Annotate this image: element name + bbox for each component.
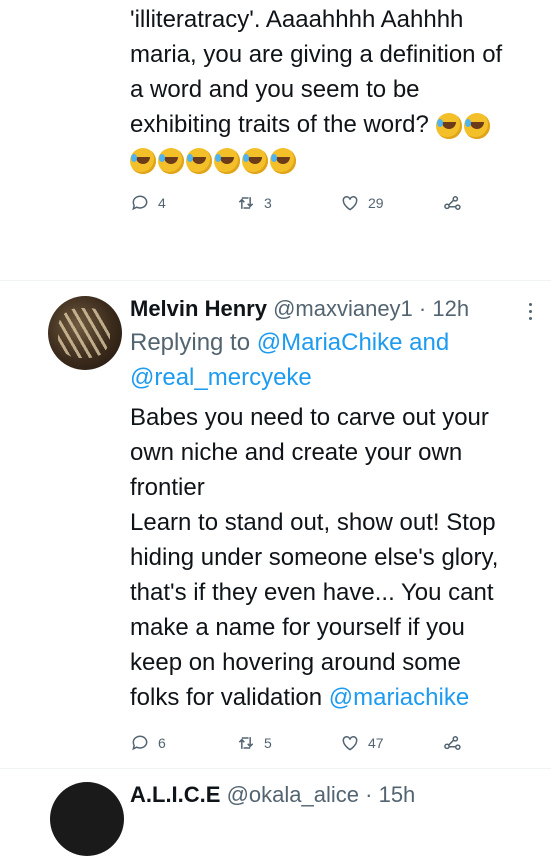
tweet-line: frontier — [130, 474, 205, 501]
tweet-line-text: folks for validation — [130, 684, 323, 711]
replying-label: Replying to — [130, 329, 251, 356]
retweet-button[interactable]: 3 — [236, 193, 340, 213]
tweet-line: own niche and create your own — [130, 439, 463, 466]
tweet-divider — [0, 280, 551, 281]
tweet-line: a word and you seem to be — [130, 76, 420, 103]
share-icon — [444, 196, 461, 210]
tweet-line: hiding under someone else's glory, — [130, 544, 499, 571]
share-icon — [444, 736, 461, 750]
retweet-count: 3 — [264, 195, 272, 211]
replying-to: Replying to @MariaChike and @real_mercye… — [130, 325, 449, 395]
author-name[interactable]: Melvin Henry — [130, 296, 267, 321]
tweet-line: Babes you need to carve out your — [130, 404, 489, 431]
laughing-emoji-icon — [158, 147, 184, 174]
reply-button[interactable]: 4 — [130, 193, 236, 213]
tweet-time[interactable]: 15h — [379, 782, 416, 807]
tweet-time[interactable]: 12h — [432, 296, 469, 321]
tweet-actions: 6 5 47 — [130, 728, 462, 758]
tweet-line: folks for validation @mariachike — [130, 680, 550, 715]
tweet-line: make a name for yourself if you — [130, 614, 465, 641]
reply-icon — [132, 735, 148, 751]
laughing-emoji-icon — [214, 147, 240, 174]
author-handle[interactable]: @maxvianey1 — [273, 296, 413, 321]
tweet-line: exhibiting traits of the word? — [130, 107, 550, 142]
reply-icon — [132, 195, 148, 211]
author-name[interactable]: A.L.I.C.E — [130, 782, 220, 807]
tweet-line: 'illiteratracy'. Aaaahhhh Aahhhh — [130, 6, 464, 33]
reply-count: 4 — [158, 195, 166, 211]
like-button[interactable]: 47 — [340, 733, 442, 753]
author-handle[interactable]: @okala_alice — [227, 782, 359, 807]
tweet-header: Melvin Henry @maxvianey1 · 12h — [130, 293, 469, 325]
tweet-body: 'illiteratracy'. Aaaahhhh Aahhhh maria, … — [130, 2, 550, 177]
emoji-row — [130, 142, 550, 177]
tweet-body: Babes you need to carve out your own nic… — [130, 400, 550, 715]
mention-link[interactable]: @real_mercyeke — [130, 364, 312, 391]
laughing-emoji-icon — [242, 147, 268, 174]
tweet-line: keep on hovering around some — [130, 649, 461, 676]
more-options-icon[interactable] — [528, 303, 534, 323]
tweet-header: A.L.I.C.E @okala_alice · 15h — [130, 779, 415, 811]
avatar[interactable] — [48, 296, 122, 370]
like-button[interactable]: 29 — [340, 193, 442, 213]
laughing-emoji-icon — [435, 112, 462, 139]
like-icon — [342, 195, 358, 211]
tweet-line: that's if they even have... You cant — [130, 579, 494, 606]
laughing-emoji-icon — [130, 147, 156, 174]
tweet-actions: 4 3 29 — [130, 188, 462, 218]
laughing-emoji-icon — [270, 147, 296, 174]
mention-link[interactable]: @MariaChike — [257, 329, 403, 356]
reply-count: 6 — [158, 735, 166, 751]
tweet-line-text: exhibiting traits of the word? — [130, 111, 429, 138]
share-button[interactable] — [442, 733, 462, 753]
tweet-divider — [0, 768, 551, 769]
share-button[interactable] — [442, 193, 462, 213]
laughing-emoji-icon — [186, 147, 212, 174]
retweet-icon — [238, 197, 254, 209]
tweet-line: maria, you are giving a definition of — [130, 41, 503, 68]
reply-button[interactable]: 6 — [130, 733, 236, 753]
tweet-line: Learn to stand out, show out! Stop — [130, 509, 496, 536]
laughing-emoji-icon — [463, 112, 490, 139]
separator: · — [365, 782, 373, 807]
like-icon — [342, 735, 358, 751]
like-count: 47 — [368, 735, 384, 751]
mention-link[interactable]: @mariachike — [329, 684, 469, 711]
retweet-button[interactable]: 5 — [236, 733, 340, 753]
like-count: 29 — [368, 195, 384, 211]
retweet-icon — [238, 737, 254, 749]
replying-and[interactable]: and — [409, 329, 449, 356]
avatar[interactable] — [50, 782, 124, 856]
retweet-count: 5 — [264, 735, 272, 751]
separator: · — [418, 296, 427, 321]
